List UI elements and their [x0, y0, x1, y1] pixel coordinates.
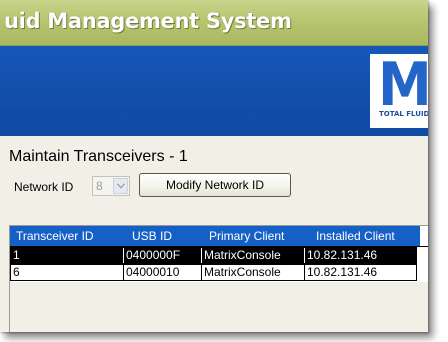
header-banner: Ma TOTAL FLUID I — [0, 46, 428, 136]
table-header: Transceiver ID USB ID Primary Client Ins… — [10, 226, 420, 246]
cell-installed-client: 10.82.131.46 — [304, 265, 416, 280]
cell-usb-id: 04000010 — [123, 265, 201, 280]
window-title: uid Management System — [4, 9, 292, 33]
title-bar: uid Management System — [0, 0, 428, 46]
table-row[interactable]: 1 0400000F MatrixConsole 10.82.131.46 — [10, 247, 417, 264]
cell-usb-id: 0400000F — [123, 248, 201, 263]
cell-transceiver-id: 1 — [13, 248, 20, 262]
main-content: Maintain Transceivers - 1 Network ID 8 M… — [0, 136, 428, 332]
cell-primary-client: MatrixConsole — [201, 265, 304, 280]
network-id-select[interactable]: 8 — [92, 176, 130, 196]
table-empty-area — [10, 282, 428, 332]
dropdown-arrow[interactable] — [113, 178, 128, 194]
network-id-value: 8 — [96, 179, 103, 193]
logo-tagline: TOTAL FLUID I — [379, 110, 428, 118]
app-window: uid Management System Ma TOTAL FLUID I M… — [0, 0, 428, 332]
cell-transceiver-id: 6 — [13, 265, 20, 279]
cell-installed-client: 10.82.131.46 — [304, 248, 416, 263]
column-header-transceiver-id[interactable]: Transceiver ID — [16, 229, 94, 243]
network-id-label: Network ID — [14, 180, 74, 194]
cell-primary-client: MatrixConsole — [201, 248, 304, 263]
table-row[interactable]: 6 04000010 MatrixConsole 10.82.131.46 — [10, 264, 417, 281]
company-logo: Ma TOTAL FLUID I — [370, 54, 428, 128]
column-header-usb-id[interactable]: USB ID — [132, 229, 172, 243]
page-title: Maintain Transceivers - 1 — [9, 148, 188, 165]
modify-network-id-button[interactable]: Modify Network ID — [139, 173, 291, 197]
column-header-primary-client[interactable]: Primary Client — [209, 229, 284, 243]
transceiver-table: Transceiver ID USB ID Primary Client Ins… — [9, 225, 428, 332]
chevron-down-icon — [117, 183, 125, 189]
column-header-installed-client[interactable]: Installed Client — [316, 229, 395, 243]
